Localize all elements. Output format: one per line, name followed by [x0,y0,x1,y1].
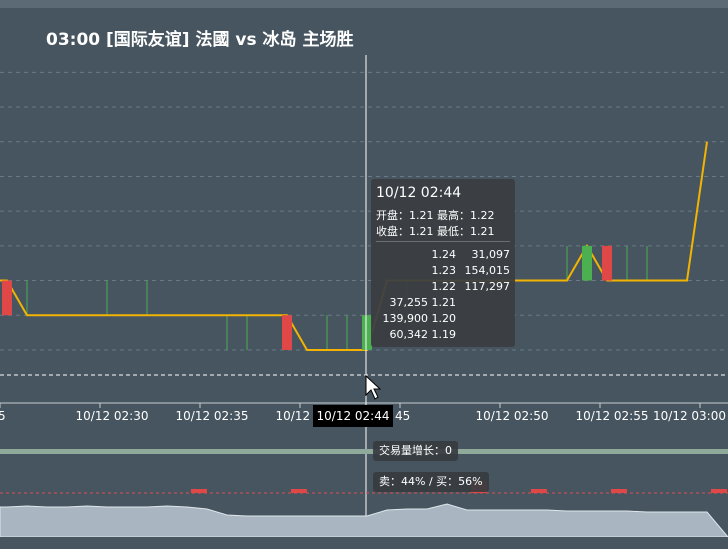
sell-price: 1.23 [431,264,457,277]
candle-mark [582,245,592,281]
sell-price: 1.24 [431,248,457,261]
buy-price: 1.20 [431,312,457,325]
page-title: 03:00 [国际友谊] 法國 vs 冰岛 主场胜 [46,30,354,50]
ratio-bar [711,489,727,493]
tooltip-close-low: 收盘：1.21 最低：1.21 [376,225,495,238]
tooltip-time: 10/12 02:44 [376,185,462,201]
buy-qty: 139,900 [382,312,429,325]
sell-qty: 117,297 [464,280,511,293]
sell-qty: 31,097 [471,248,511,261]
chart-tooltip: 10/12 02:44 开盘：1.21 最高：1.22 收盘：1.21 最低：1… [371,179,515,347]
sell-price: 1.22 [431,280,457,293]
x-tick-label: 10/12 02:55 [575,409,649,423]
x-tick-label: 10/12 02:30 [75,409,149,423]
candle-mark [2,280,12,316]
volume-increase-label: 交易量增长：0 [373,441,458,461]
x-tick-label: 5 [0,409,6,423]
volume-area [0,503,728,538]
candle-mark [282,315,292,350]
x-tick-label: 10/12 02:50 [475,409,549,423]
mouse-pointer-icon [365,374,382,400]
cursor-time-label: 10/12 02:44 [313,405,393,427]
ratio-bar [611,489,627,493]
x-tick-label: 10/12 02:35 [175,409,249,423]
ratio-bar [191,489,207,493]
x-tick-label: 45 [395,409,411,423]
buy-price: 1.21 [431,296,457,309]
volume-band [0,449,728,454]
buy-qty: 60,342 [389,328,429,341]
x-tick-label: 10/12 03:00 [653,409,726,423]
sell-qty: 154,015 [464,264,511,277]
bottom-strip [0,537,728,549]
price-chart[interactable] [0,0,728,549]
sell-buy-ratio-label: 卖：44% / 买：56% [373,472,489,492]
ratio-bar [531,489,547,493]
ratio-bar [291,489,307,493]
candle-mark [602,245,612,281]
buy-price: 1.19 [431,328,457,341]
tooltip-open-high: 开盘：1.21 最高：1.22 [376,209,495,222]
tooltip-divider [376,241,510,242]
buy-qty: 37,255 [389,296,429,309]
